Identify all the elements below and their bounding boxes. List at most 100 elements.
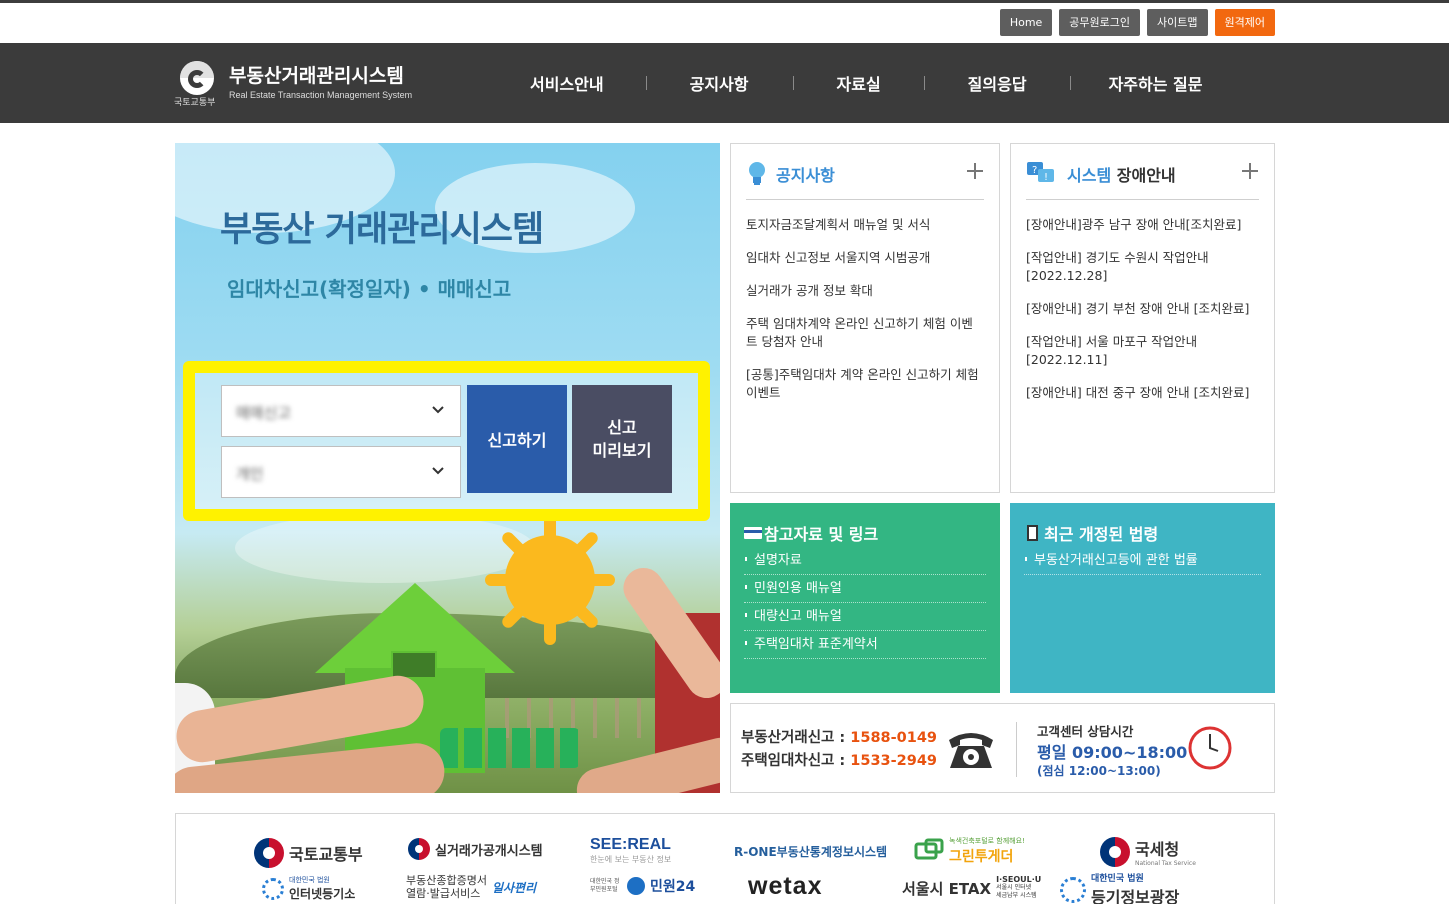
minwon-label: 민원24 xyxy=(650,879,696,895)
sitemap-button[interactable]: 사이트맵 xyxy=(1147,9,1208,36)
wetax-label: wetax xyxy=(748,872,823,900)
plus-icon[interactable] xyxy=(1241,162,1259,180)
outage-item[interactable]: [장애안내] 경기 부천 장애 안내 [조치완료] xyxy=(1026,300,1259,318)
chevron-down-icon xyxy=(432,406,444,414)
link-iros[interactable]: 대한민국 법원 인터넷등기소 xyxy=(262,875,355,902)
notice-title: 공지사항 xyxy=(776,166,835,185)
iros-text: 대한민국 법원 인터넷등기소 xyxy=(289,875,355,902)
cloud-decoration xyxy=(235,513,535,583)
nav-divider xyxy=(1069,76,1071,90)
notice-item[interactable]: 주택 임대차계약 온라인 신고하기 체험 이벤트 당첨자 안내 xyxy=(746,315,984,351)
lightbulb-icon xyxy=(749,162,765,185)
notice-item[interactable]: 토지자금조달계획서 매뉴얼 및 서식 xyxy=(746,216,984,234)
notice-item[interactable]: 실거래가 공개 정보 확대 xyxy=(746,282,984,300)
molit-emblem-icon xyxy=(254,838,284,868)
eais-text: 부동산종합증명서 열람·발급서비스 xyxy=(406,874,487,900)
link-minwon24[interactable]: 대한민국 정부민원포털 민원24 xyxy=(590,876,695,896)
link-wetax[interactable]: wetax xyxy=(748,872,822,901)
nav-divider xyxy=(645,76,647,90)
notice-item[interactable]: [공통]주택임대차 계약 온라인 신고하기 체험 이벤트 xyxy=(746,366,984,402)
reference-list: 설명자료 민원인용 매뉴얼 대량신고 매뉴얼 주택임대차 표준계약서 xyxy=(744,547,986,659)
report-type-select[interactable]: 매매신고 xyxy=(221,385,461,437)
hours-lunch: (점심 12:00~13:00) xyxy=(1037,764,1161,778)
plus-icon[interactable] xyxy=(966,162,984,180)
registry-sub: 대한민국 법원 xyxy=(1091,874,1144,884)
hero-title: 부동산 거래관리시스템 xyxy=(220,210,544,250)
logo-ministry-name: 국토교통부 xyxy=(174,98,216,108)
notice-list: 토지자금조달계획서 매뉴얼 및 서식 임대차 신고정보 서울지역 시범공개 실거… xyxy=(746,216,984,417)
court-icon xyxy=(262,877,284,900)
paper-sun xyxy=(505,535,595,625)
green-label: 그린투게더 xyxy=(949,849,1014,865)
card-icon xyxy=(744,527,762,539)
link-molit[interactable]: 국토교통부 xyxy=(254,838,363,868)
nts-label: 국세청 xyxy=(1135,840,1180,859)
outage-title-blue: 시스템 xyxy=(1067,166,1112,185)
law-item[interactable]: 부동산거래신고등에 관한 법률 xyxy=(1024,547,1261,575)
outage-title-dark: 장애안내 xyxy=(1116,166,1176,185)
home-button[interactable]: Home xyxy=(999,9,1053,36)
seereal-label: SEE:REAL xyxy=(590,836,671,853)
etax-label: 서울시 ETAX xyxy=(902,879,992,898)
reporter-type-select[interactable]: 개인 xyxy=(221,446,461,498)
nav-faq[interactable]: 자주하는 질문 xyxy=(1109,71,1203,95)
iros-label: 인터넷등기소 xyxy=(289,887,356,901)
outage-item[interactable]: [작업안내] 경기도 수원시 작업안내 [2022.12.28] xyxy=(1026,249,1259,285)
eais-line1: 부동산종합증명서 xyxy=(406,874,487,887)
green-sub: 녹색건축포털로 함께해요! xyxy=(949,837,1025,845)
book-icon xyxy=(1027,525,1038,541)
official-login-button[interactable]: 공무원로그인 xyxy=(1059,9,1141,36)
green-text: 녹색건축포털로 함께해요! 그린투게더 xyxy=(949,836,1025,866)
seereal-sub: 한눈에 보는 부동산 정보 xyxy=(590,855,672,864)
reference-item[interactable]: 민원인용 매뉴얼 xyxy=(744,575,986,603)
rone-label: R-ONE부동산통계정보시스템 xyxy=(734,845,888,859)
link-etax[interactable]: 서울시 ETAX I·SEOUL·U 서울시 인터넷 세금납부 시스템 xyxy=(902,876,1041,900)
outage-item[interactable]: [장애안내]광주 남구 장애 안내[조치완료] xyxy=(1026,216,1259,234)
reference-item[interactable]: 주택임대차 표준계약서 xyxy=(744,631,986,659)
rtms-label: 실거래가공개시스템 xyxy=(435,843,543,859)
green-house-icon xyxy=(914,838,944,860)
related-links: 국토교통부 실거래가공개시스템 SEE:REAL 한눈에 보는 부동산 정보 R… xyxy=(175,813,1275,904)
nav-qna[interactable]: 질의응답 xyxy=(968,71,1027,95)
link-registry-plaza[interactable]: 대한민국 법원 등기정보광장 xyxy=(1060,871,1179,904)
utility-bar: Home 공무원로그인 사이트맵 원격제어 xyxy=(999,9,1275,36)
link-green-together[interactable]: 녹색건축포털로 함께해요! 그린투게더 xyxy=(914,836,1025,866)
nav-notices[interactable]: 공지사항 xyxy=(690,71,749,95)
report-form: 매매신고 개인 신고하기 신고 미리보기 xyxy=(183,361,710,521)
notice-item[interactable]: 임대차 신고정보 서울지역 시범공개 xyxy=(746,249,984,267)
nav-service-info[interactable]: 서비스안내 xyxy=(530,71,604,95)
nav-resources[interactable]: 자료실 xyxy=(837,71,881,95)
link-rone[interactable]: R-ONE부동산통계정보시스템 xyxy=(734,843,887,860)
trade-report-label: 부동산거래신고 : xyxy=(741,730,851,746)
reporter-type-value: 개인 xyxy=(236,465,264,483)
remote-control-button[interactable]: 원격제어 xyxy=(1214,9,1275,36)
report-button[interactable]: 신고하기 xyxy=(467,385,567,493)
logo-title: 부동산거래관리시스템 xyxy=(229,65,404,87)
lease-report-phone: 주택임대차신고 : 1533-2949 xyxy=(741,749,937,770)
outage-item[interactable]: [작업안내] 서울 마포구 작업안내 [2022.12.11] xyxy=(1026,333,1259,369)
svg-text:!: ! xyxy=(1044,172,1048,183)
site-logo[interactable]: 국토교통부 부동산거래관리시스템 Real Estate Transaction… xyxy=(174,59,434,109)
link-rtms[interactable]: 실거래가공개시스템 xyxy=(408,838,543,860)
report-preview-button[interactable]: 신고 미리보기 xyxy=(572,385,672,493)
law-list: 부동산거래신고등에 관한 법률 xyxy=(1024,547,1261,575)
reference-item[interactable]: 대량신고 매뉴얼 xyxy=(744,603,986,631)
trade-report-phone: 부동산거래신고 : 1588-0149 xyxy=(741,726,937,747)
link-eais[interactable]: 부동산종합증명서 열람·발급서비스 일사편리 xyxy=(406,874,536,900)
reference-header: 참고자료 및 링크 xyxy=(744,521,878,545)
molit-emblem-icon xyxy=(408,838,430,860)
main-nav: 서비스안내 공지사항 자료실 질의응답 자주하는 질문 xyxy=(500,43,1202,123)
link-nts[interactable]: 국세청 National Tax Service xyxy=(1100,836,1196,867)
reference-item[interactable]: 설명자료 xyxy=(744,547,986,575)
iros-sub: 대한민국 법원 xyxy=(289,876,330,884)
link-seereal[interactable]: SEE:REAL 한눈에 보는 부동산 정보 xyxy=(590,836,671,865)
law-title: 최근 개정된 법령 xyxy=(1044,525,1159,544)
outage-item[interactable]: [장애안내] 대전 중구 장애 안내 [조치완료] xyxy=(1026,384,1259,402)
minwon-logo-icon xyxy=(627,877,645,895)
reference-title: 참고자료 및 링크 xyxy=(764,525,879,544)
telephone-icon xyxy=(949,733,993,768)
court-icon xyxy=(1060,876,1086,903)
outage-title: 시스템 장애안내 xyxy=(1067,162,1176,186)
hours-label: 고객센터 상담시간 xyxy=(1037,724,1134,739)
hero-subtitle: 임대차신고(확정일자) • 매매신고 xyxy=(227,277,512,301)
